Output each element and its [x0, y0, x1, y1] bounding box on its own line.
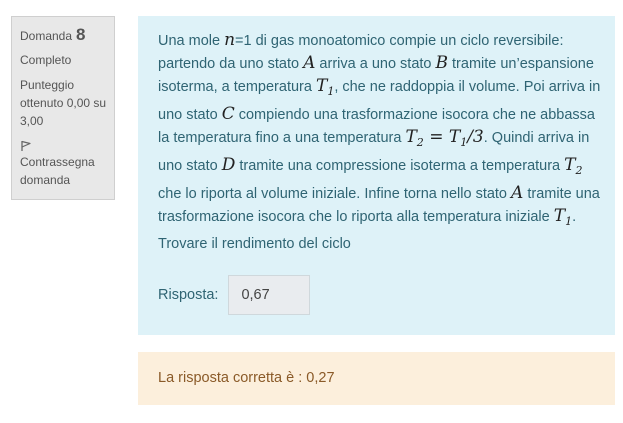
math: B	[435, 53, 449, 73]
question-formulation: Una mole n=1 di gas monoatomico compie u…	[138, 16, 615, 335]
text: arriva a uno stato	[315, 56, 436, 72]
math-subscript: 1	[565, 214, 573, 228]
grade-line: 3,00	[20, 114, 44, 128]
flag-label[interactable]: Contrassegna	[20, 153, 112, 171]
answer-input[interactable]: 0,67	[228, 275, 311, 315]
grade-line: ottenuto 0,00 su	[20, 96, 107, 110]
answer-label: Risposta:	[158, 287, 219, 303]
math-subscript: 2	[416, 135, 424, 149]
feedback-text: La risposta corretta è : 0,27	[158, 370, 335, 386]
flag-label[interactable]: domanda	[20, 171, 112, 189]
text: tramite una compressione isoterma a temp…	[235, 157, 565, 174]
math: n	[224, 30, 236, 50]
math: A	[303, 53, 316, 73]
answer-row: Risposta: 0,67	[158, 275, 311, 315]
math: D	[221, 154, 236, 175]
flag-question-toggle[interactable]: Contrassegna domanda	[20, 140, 112, 189]
math: A	[511, 182, 524, 203]
math-subscript: 2	[575, 163, 583, 177]
question-text: Una mole n=1 di gas monoatomico compie u…	[158, 29, 601, 255]
question-label: Domanda	[20, 29, 73, 43]
question-number: Domanda 8	[20, 25, 114, 46]
question-info-panel: Domanda 8 Completo Punteggio ottenuto 0,…	[11, 16, 115, 200]
math: /3	[467, 126, 484, 147]
math: T	[553, 205, 566, 226]
correct-answer-feedback: La risposta corretta è : 0,27	[138, 352, 615, 405]
math: T	[564, 154, 576, 175]
flag-icon[interactable]	[20, 140, 32, 152]
text: Una mole	[158, 33, 225, 49]
grade-line: Punteggio	[20, 78, 75, 92]
question-grade: Punteggio ottenuto 0,00 su 3,00	[20, 76, 112, 130]
text: che lo riporta al volume iniziale. Infin…	[158, 185, 512, 202]
question-state: Completo	[20, 53, 72, 67]
math: = T	[423, 126, 461, 147]
math: T	[405, 126, 417, 147]
math: T	[315, 76, 328, 96]
question-number-value: 8	[76, 25, 86, 44]
math: C	[221, 103, 235, 124]
